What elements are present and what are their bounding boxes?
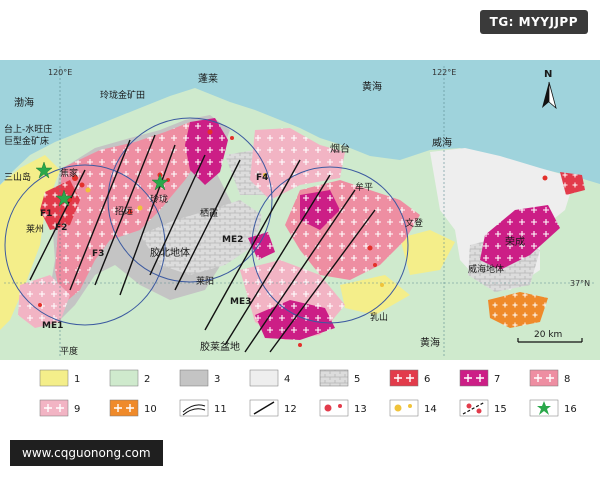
- scale-label: 20 km: [534, 330, 562, 340]
- geologic-map: 120°E 122°E 37°N N 20 km 渤海 黄海 黄海 蓬莱 玲珑金…: [0, 60, 600, 360]
- legend-item-12: 12: [249, 399, 297, 417]
- label-weihai: 威海: [432, 136, 452, 149]
- legend-item-6: 6: [389, 369, 430, 387]
- coord-122E: 122°E: [432, 68, 456, 77]
- label-huanghai-north: 黄海: [362, 80, 382, 93]
- legend-item-3: 3: [179, 369, 220, 387]
- label-ME3: ME3: [230, 297, 251, 307]
- label-qixia: 栖霞: [200, 207, 218, 219]
- label-jiaolai-basin: 胶莱盆地: [200, 340, 240, 353]
- label-F4: F4: [256, 173, 268, 183]
- label-ME1: ME1: [42, 321, 63, 331]
- legend-item-2: 2: [109, 369, 150, 387]
- legend-number: 4: [284, 374, 290, 385]
- watermark-badge: TG: MYYJJPP: [479, 10, 588, 34]
- label-linglong-field: 玲珑金矿田: [100, 89, 145, 101]
- legend-number: 12: [284, 404, 297, 415]
- label-linglong: 玲珑: [150, 193, 168, 205]
- legend-number: 1: [74, 374, 80, 385]
- coord-120E: 120°E: [48, 68, 72, 77]
- label-F2: F2: [55, 223, 67, 233]
- legend-item-8: 8: [529, 369, 570, 387]
- label-rongcheng: 荣成: [505, 236, 525, 248]
- label-laizhou: 莱州: [26, 223, 44, 235]
- label-ME2: ME2: [222, 235, 243, 245]
- legend-number: 11: [214, 404, 227, 415]
- label-pingdu: 平度: [60, 345, 78, 357]
- legend-number: 2: [144, 374, 150, 385]
- legend-item-16: 16: [529, 399, 577, 417]
- label-penglai: 蓬莱: [198, 73, 218, 85]
- label-F1: F1: [40, 209, 52, 219]
- label-zhaoyuan: 招远: [115, 205, 133, 217]
- label-F3: F3: [92, 249, 104, 259]
- label-laiyang: 莱阳: [196, 275, 214, 287]
- legend-item-4: 4: [249, 369, 290, 387]
- label-weihai-block: 威海地体: [468, 263, 504, 275]
- legend-item-5: 5: [319, 369, 360, 387]
- legend-number: 10: [144, 404, 157, 415]
- legend-item-15: 15: [459, 399, 507, 417]
- legend-number: 5: [354, 374, 360, 385]
- label-sanshandao: 三山岛: [4, 171, 31, 183]
- legend-number: 16: [564, 404, 577, 415]
- label-bohai: 渤海: [14, 96, 34, 109]
- label-yantai: 烟台: [330, 142, 350, 155]
- legend-item-7: 7: [459, 369, 500, 387]
- label-taishang-2: 巨型金矿床: [4, 135, 49, 147]
- legend-number: 8: [564, 374, 570, 385]
- label-jiaojia: 焦家: [60, 167, 78, 179]
- legend-number: 9: [74, 404, 80, 415]
- legend-number: 7: [494, 374, 500, 385]
- label-taishang-1: 台上-水旺庄: [4, 123, 52, 135]
- legend-item-1: 1: [39, 369, 80, 387]
- label-muping: 牟平: [355, 181, 373, 193]
- legend-item-14: 14: [389, 399, 437, 417]
- legend-item-11: 11: [179, 399, 227, 417]
- legend-item-9: 9: [39, 399, 80, 417]
- legend-number: 14: [424, 404, 437, 415]
- coord-37N: 37°N: [570, 279, 590, 288]
- website-banner: www.cqguonong.com: [10, 440, 163, 466]
- legend-number: 13: [354, 404, 367, 415]
- label-huanghai-south: 黄海: [420, 336, 440, 349]
- map-legend: 1 2 3 4 5 6 7 89 10 11 12 13 14 15 16: [0, 362, 600, 432]
- legend-number: 15: [494, 404, 507, 415]
- legend-number: 3: [214, 374, 220, 385]
- label-rushan: 乳山: [370, 311, 388, 323]
- legend-number: 6: [424, 374, 430, 385]
- north-arrow-label: N: [544, 69, 552, 80]
- label-jiaobei-block: 胶北地体: [150, 246, 190, 259]
- legend-item-13: 13: [319, 399, 367, 417]
- label-wendeng: 文登: [405, 217, 423, 229]
- legend-item-10: 10: [109, 399, 157, 417]
